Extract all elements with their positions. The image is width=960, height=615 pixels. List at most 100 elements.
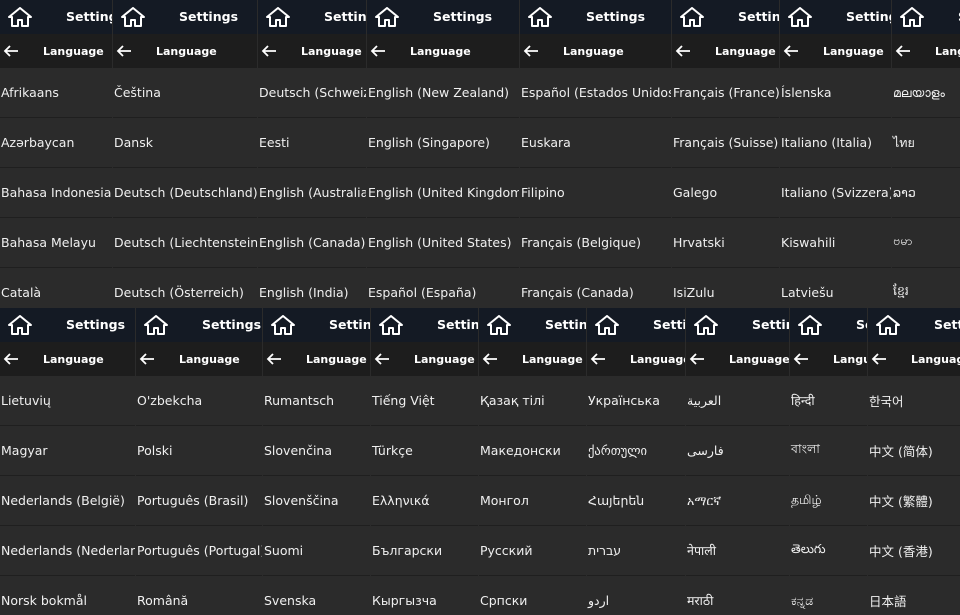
back-button[interactable] [783,43,799,59]
language-option[interactable]: اردو [587,576,685,615]
language-option[interactable]: Português (Brasil) [136,476,262,526]
language-option[interactable]: Deutsch (Liechtenstein) [113,218,257,268]
language-option[interactable]: 中文 (简体) [868,426,960,476]
language-option[interactable]: Русский [479,526,586,576]
language-option[interactable]: ລາວ [892,168,960,218]
language-option[interactable]: Dansk [113,118,257,168]
language-option[interactable]: Italiano (Svizzera) [780,168,891,218]
language-option[interactable]: Nederlands (België) [0,476,135,526]
home-button[interactable] [144,315,168,335]
language-option[interactable]: Čeština [113,68,257,118]
language-option[interactable]: Polski [136,426,262,476]
language-option[interactable]: Azərbaycan [0,118,112,168]
language-option[interactable]: हिन्दी [790,376,867,426]
home-button[interactable] [375,7,399,27]
back-button[interactable] [590,351,606,367]
home-button[interactable] [595,315,619,335]
language-option[interactable]: Slovenčina [263,426,370,476]
home-button[interactable] [8,315,32,335]
back-button[interactable] [116,43,132,59]
language-option[interactable]: Slovenščina [263,476,370,526]
back-button[interactable] [523,43,539,59]
language-option[interactable]: Français (Belgique) [520,218,671,268]
language-option[interactable]: Español (Estados Unidos) [520,68,671,118]
language-option[interactable]: Română [136,576,262,615]
language-option[interactable]: Español (España) [367,268,519,308]
back-button[interactable] [871,351,887,367]
language-option[interactable]: 中文 (香港) [868,526,960,576]
back-button[interactable] [675,43,691,59]
home-button[interactable] [266,7,290,27]
language-option[interactable]: English (Singapore) [367,118,519,168]
language-option[interactable]: ไทย [892,118,960,168]
language-option[interactable]: العربية [686,376,789,426]
home-button[interactable] [487,315,511,335]
language-option[interactable]: Қазақ тілі [479,376,586,426]
back-button[interactable] [139,351,155,367]
language-option[interactable]: English (India) [258,268,366,308]
language-option[interactable]: O'zbekcha [136,376,262,426]
language-option[interactable]: Deutsch (Deutschland) [113,168,257,218]
language-option[interactable]: English (New Zealand) [367,68,519,118]
home-button[interactable] [680,7,704,27]
language-option[interactable]: Кыргызча [371,576,478,615]
language-option[interactable]: Български [371,526,478,576]
language-option[interactable]: Deutsch (Österreich) [113,268,257,308]
language-option[interactable]: Türkçe [371,426,478,476]
language-option[interactable]: Rumantsch [263,376,370,426]
language-option[interactable]: Norsk bokmål [0,576,135,615]
language-option[interactable]: മലയാളം [892,68,960,118]
back-button[interactable] [374,351,390,367]
home-button[interactable] [528,7,552,27]
language-option[interactable]: አማርኛ [686,476,789,526]
back-button[interactable] [689,351,705,367]
back-button[interactable] [370,43,386,59]
language-option[interactable]: Македонски [479,426,586,476]
back-button[interactable] [482,351,498,367]
home-button[interactable] [8,7,32,27]
language-option[interactable]: Bahasa Indonesia [0,168,112,218]
language-option[interactable]: ខ្មែរ [892,268,960,308]
language-option[interactable]: IsiZulu [672,268,779,308]
language-option[interactable]: Hrvatski [672,218,779,268]
language-option[interactable]: Монгол [479,476,586,526]
home-button[interactable] [694,315,718,335]
language-option[interactable]: Lietuvių [0,376,135,426]
language-option[interactable]: Српски [479,576,586,615]
language-option[interactable]: नेपाली [686,526,789,576]
language-option[interactable]: Tiếng Việt [371,376,478,426]
language-option[interactable]: తెలుగు [790,526,867,576]
language-option[interactable]: Português (Portugal) [136,526,262,576]
home-button[interactable] [876,315,900,335]
language-option[interactable]: Deutsch (Schweiz) [258,68,366,118]
language-option[interactable]: Kiswahili [780,218,891,268]
back-button[interactable] [261,43,277,59]
language-option[interactable]: Eesti [258,118,366,168]
language-option[interactable]: Català [0,268,112,308]
language-option[interactable]: Íslenska [780,68,891,118]
language-option[interactable]: Bahasa Melayu [0,218,112,268]
language-option[interactable]: فارسی [686,426,789,476]
language-option[interactable]: English (Canada) [258,218,366,268]
back-button[interactable] [3,43,19,59]
language-option[interactable]: Français (Suisse) [672,118,779,168]
language-option[interactable]: Galego [672,168,779,218]
language-option[interactable]: 한국어 [868,376,960,426]
language-option[interactable]: Українська [587,376,685,426]
language-option[interactable]: Suomi [263,526,370,576]
language-option[interactable]: English (Australia) [258,168,366,218]
language-option[interactable]: ဗမာ [892,218,960,268]
language-option[interactable]: 日本語 [868,576,960,615]
language-option[interactable]: Filipino [520,168,671,218]
language-option[interactable]: 中文 (繁體) [868,476,960,526]
language-option[interactable]: Français (France) [672,68,779,118]
home-button[interactable] [271,315,295,335]
back-button[interactable] [3,351,19,367]
back-button[interactable] [895,43,911,59]
language-option[interactable]: Հայերեն [587,476,685,526]
language-option[interactable]: Ελληνικά [371,476,478,526]
language-option[interactable]: ಕನ್ನಡ [790,576,867,615]
home-button[interactable] [900,7,924,27]
language-option[interactable]: English (United States) [367,218,519,268]
language-option[interactable]: Italiano (Italia) [780,118,891,168]
